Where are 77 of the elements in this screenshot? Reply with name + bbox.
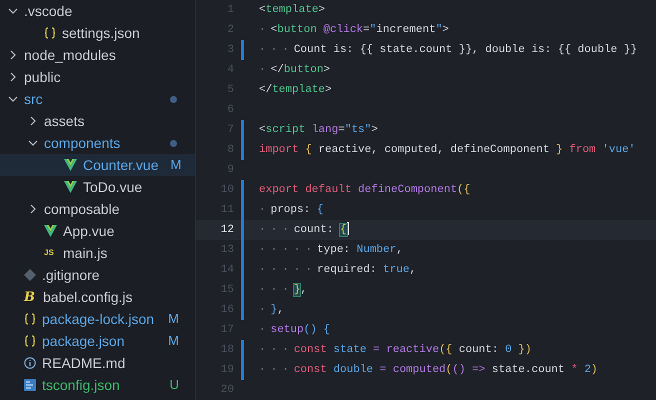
code-text: import { reactive, computed, defineComponent } from 'vue' bbox=[259, 142, 636, 158]
file-row[interactable]: ToDo.vue bbox=[0, 176, 195, 198]
git-status-letter: M bbox=[168, 332, 179, 350]
braces-icon bbox=[24, 313, 36, 325]
chevron-down-icon bbox=[8, 94, 18, 104]
file-row[interactable]: B babel.config.js bbox=[0, 286, 195, 308]
file-name: README.md bbox=[42, 354, 126, 372]
folder-name: node_modules bbox=[24, 46, 116, 65]
code-text: ·····type: Number, bbox=[259, 242, 403, 258]
file-name: Counter.vue bbox=[83, 156, 158, 174]
v-logo-icon bbox=[64, 181, 77, 193]
babel-icon: B bbox=[24, 290, 37, 304]
info-icon bbox=[24, 357, 36, 369]
folder-name: .vscode bbox=[24, 2, 72, 20]
chevron-right-icon bbox=[8, 72, 18, 82]
file-name: package-lock.json bbox=[42, 310, 154, 329]
folder-row[interactable]: assets bbox=[0, 110, 195, 132]
file-name: settings.json bbox=[62, 24, 140, 43]
code-text: ·<button @click="increment"> bbox=[259, 22, 449, 38]
file-row[interactable]: Counter.vue M bbox=[0, 154, 195, 176]
code-text: ·}, bbox=[259, 302, 284, 318]
code-text: ·props: { bbox=[259, 202, 324, 218]
folder-name: components bbox=[44, 134, 120, 153]
code-text: </template> bbox=[259, 82, 332, 98]
line-number: 12 bbox=[220, 222, 234, 238]
file-name: ToDo.vue bbox=[83, 178, 142, 196]
chevron-down-icon bbox=[8, 6, 18, 16]
folder-row[interactable]: node_modules bbox=[0, 44, 195, 66]
file-row[interactable]: package-lock.json M bbox=[0, 308, 195, 330]
file-name: main.js bbox=[63, 244, 108, 263]
code-text: ·</button> bbox=[259, 62, 330, 78]
git-status-letter: M bbox=[168, 310, 179, 328]
code-text: ···count: { bbox=[259, 222, 349, 238]
folder-row[interactable]: src bbox=[0, 88, 195, 110]
file-row[interactable]: tsconfig.json U bbox=[0, 374, 195, 396]
file-row[interactable]: README.md bbox=[0, 352, 195, 374]
chevron-right-icon bbox=[28, 204, 38, 214]
chevron-down-icon bbox=[28, 138, 38, 148]
file-name: tsconfig.json bbox=[42, 376, 120, 395]
v-logo-icon bbox=[44, 225, 57, 237]
js-icon: JS bbox=[44, 247, 57, 259]
file-row[interactable]: package.json M bbox=[0, 330, 195, 352]
v-logo-icon bbox=[64, 159, 77, 171]
folder-name: composable bbox=[44, 200, 120, 219]
folder-row[interactable]: public bbox=[0, 66, 195, 88]
file-name: App.vue bbox=[63, 222, 114, 241]
file-row[interactable]: .gitignore bbox=[0, 264, 195, 286]
braces-icon bbox=[44, 27, 56, 39]
folder-row[interactable]: composable bbox=[0, 198, 195, 220]
code-text: ···const state = reactive({ count: 0 }) bbox=[259, 342, 532, 358]
code-text: <script lang="ts"> bbox=[259, 122, 378, 138]
git-status-letter: M bbox=[170, 156, 182, 174]
chevron-right-icon bbox=[8, 50, 18, 60]
folder-row[interactable]: .vscode bbox=[0, 0, 195, 22]
file-name: babel.config.js bbox=[43, 288, 133, 307]
file-name: .gitignore bbox=[42, 266, 100, 285]
code-text: ·setup() { bbox=[259, 322, 330, 338]
file-row[interactable]: JS main.js bbox=[0, 242, 195, 264]
braces-icon bbox=[24, 335, 36, 347]
folder-row[interactable]: components bbox=[0, 132, 195, 154]
chevron-right-icon bbox=[28, 116, 38, 126]
folder-name: public bbox=[24, 68, 61, 87]
code-text: ···const double = computed(() => state.count * 2) bbox=[259, 362, 598, 378]
code-text: ···}, bbox=[259, 282, 308, 298]
file-name: package.json bbox=[42, 332, 125, 351]
git-status-letter: U bbox=[170, 376, 179, 394]
tsconfig-icon bbox=[24, 379, 36, 391]
diamond-icon bbox=[24, 269, 36, 281]
folder-name: assets bbox=[44, 112, 84, 130]
text-cursor bbox=[346, 222, 349, 236]
folder-name: src bbox=[24, 90, 43, 108]
code-text: ···Count is: {{ state.count }}, double is: {{ double }} bbox=[259, 42, 638, 58]
code-text: <template> bbox=[259, 2, 326, 18]
code-text: export default defineComponent({ bbox=[259, 182, 470, 198]
file-row[interactable]: App.vue bbox=[0, 220, 195, 242]
code-text: ·····required: true, bbox=[259, 262, 416, 278]
file-row[interactable]: settings.json bbox=[0, 22, 195, 44]
